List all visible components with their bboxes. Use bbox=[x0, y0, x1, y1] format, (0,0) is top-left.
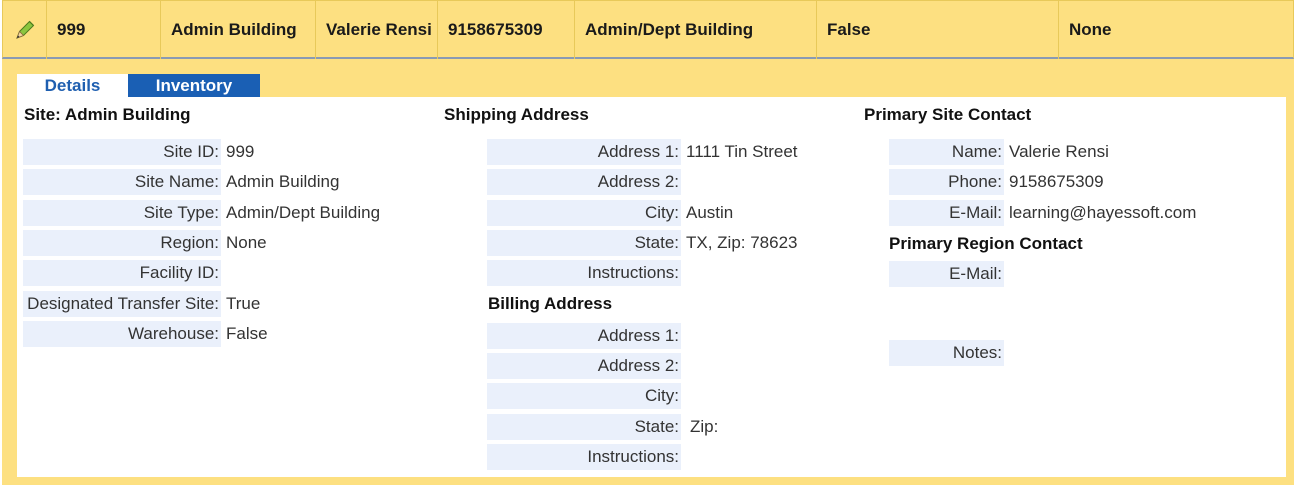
site-id-row: Site ID: 999 bbox=[23, 139, 254, 165]
field-value: Admin/Dept Building bbox=[226, 203, 381, 222]
site-heading: Site: Admin Building bbox=[24, 105, 191, 124]
details-content: Site: Admin Building Site ID: 999 Site N… bbox=[17, 97, 1286, 477]
field-value: Admin Building bbox=[226, 172, 340, 191]
summary-contact-name: Valerie Rensi bbox=[316, 1, 438, 59]
region-row: Region: None bbox=[23, 230, 267, 256]
field-value: 1111 Tin Street bbox=[686, 142, 798, 161]
field-label: Designated Transfer Site: bbox=[23, 291, 221, 317]
field-label: Address 2: bbox=[487, 353, 681, 379]
contact-email-row: E-Mail: learning@hayessoft.com bbox=[889, 200, 1196, 226]
field-value: False bbox=[226, 324, 268, 343]
billing-instructions-row: Instructions: bbox=[487, 444, 686, 470]
shipping-state-row: State: TX, Zip: 78623 bbox=[487, 230, 798, 256]
field-label: Phone: bbox=[889, 169, 1004, 195]
summary-site-id: 999 bbox=[47, 1, 161, 59]
field-value: learning@hayessoft.com bbox=[1009, 203, 1197, 222]
field-label: Notes: bbox=[889, 340, 1004, 366]
field-value: True bbox=[226, 294, 261, 313]
field-value: 999 bbox=[226, 142, 255, 161]
field-label: Address 1: bbox=[487, 323, 681, 349]
field-label: City: bbox=[487, 200, 681, 226]
tab-bar: Details Inventory bbox=[17, 74, 260, 97]
field-label: State: bbox=[487, 230, 681, 256]
site-name-row: Site Name: Admin Building bbox=[23, 169, 339, 195]
transfer-site-row: Designated Transfer Site: True bbox=[23, 291, 260, 317]
contact-phone-row: Phone: 9158675309 bbox=[889, 169, 1104, 195]
field-label: Region: bbox=[23, 230, 221, 256]
contact-name-row: Name: Valerie Rensi bbox=[889, 139, 1109, 165]
facility-id-row: Facility ID: bbox=[23, 260, 226, 286]
billing-state-row: State: Zip: bbox=[487, 414, 718, 440]
shipping-address1-row: Address 1: 1111 Tin Street bbox=[487, 139, 798, 165]
tab-details[interactable]: Details bbox=[17, 74, 128, 97]
field-value: None bbox=[226, 233, 267, 252]
field-label: Facility ID: bbox=[23, 260, 221, 286]
shipping-address2-row: Address 2: bbox=[487, 169, 686, 195]
field-label: Address 1: bbox=[487, 139, 681, 165]
primary-site-contact-heading: Primary Site Contact bbox=[864, 105, 1032, 124]
billing-address2-row: Address 2: bbox=[487, 353, 686, 379]
summary-region: None bbox=[1069, 20, 1112, 39]
field-value: 9158675309 bbox=[1009, 172, 1104, 191]
field-value: Zip: bbox=[690, 417, 719, 436]
field-label: State: bbox=[487, 414, 681, 440]
shipping-city-row: City: Austin bbox=[487, 200, 733, 226]
field-label: Instructions: bbox=[487, 444, 681, 470]
field-label: Name: bbox=[889, 139, 1004, 165]
field-label: Warehouse: bbox=[23, 321, 221, 347]
summary-site-type: Admin/Dept Building bbox=[575, 1, 817, 59]
field-label: Site Name: bbox=[23, 169, 221, 195]
field-value: TX, Zip: 78623 bbox=[686, 233, 798, 252]
field-label: E-Mail: bbox=[889, 261, 1004, 287]
field-label: Site Type: bbox=[23, 200, 221, 226]
field-label: Site ID: bbox=[23, 139, 221, 165]
field-label: Instructions: bbox=[487, 260, 681, 286]
site-summary-row[interactable]: 999 Admin Building Valerie Rensi 9158675… bbox=[2, 0, 1294, 59]
shipping-heading: Shipping Address bbox=[444, 105, 589, 124]
tab-inventory[interactable]: Inventory bbox=[128, 74, 260, 97]
edit-button[interactable] bbox=[3, 1, 47, 59]
billing-heading: Billing Address bbox=[488, 294, 613, 313]
field-value: Valerie Rensi bbox=[1009, 142, 1109, 161]
summary-phone: 9158675309 bbox=[438, 1, 575, 59]
billing-city-row: City: bbox=[487, 383, 686, 409]
field-value: Austin bbox=[686, 203, 734, 222]
region-email-row: E-Mail: bbox=[889, 261, 1009, 287]
primary-region-contact-heading: Primary Region Contact bbox=[889, 234, 1083, 253]
summary-site-name: Admin Building bbox=[161, 1, 316, 59]
pencil-icon bbox=[15, 20, 34, 39]
billing-address1-row: Address 1: bbox=[487, 323, 686, 349]
shipping-instructions-row: Instructions: bbox=[487, 260, 686, 286]
field-label: Address 2: bbox=[487, 169, 681, 195]
notes-row: Notes: bbox=[889, 340, 1009, 366]
site-type-row: Site Type: Admin/Dept Building bbox=[23, 200, 380, 226]
warehouse-row: Warehouse: False bbox=[23, 321, 268, 347]
summary-warehouse: False bbox=[817, 1, 1059, 59]
field-label: E-Mail: bbox=[889, 200, 1004, 226]
field-label: City: bbox=[487, 383, 681, 409]
